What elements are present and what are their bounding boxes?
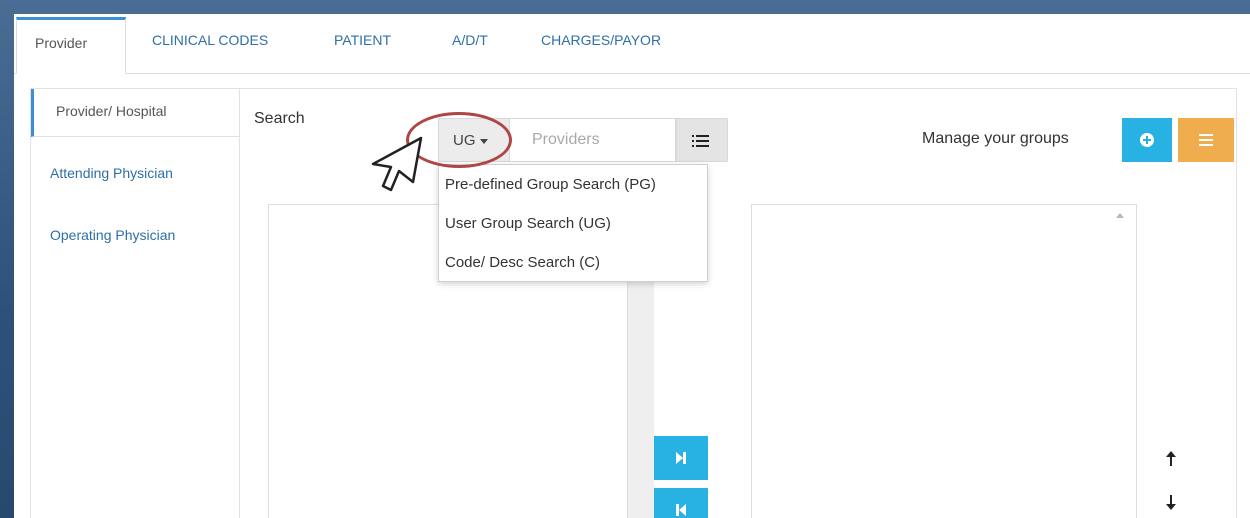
providers-search-input[interactable] xyxy=(510,118,676,162)
add-group-button[interactable] xyxy=(1122,118,1172,162)
application-frame: Provider CLINICAL CODES PATIENT A/D/T CH… xyxy=(14,14,1250,518)
tab-provider[interactable]: Provider xyxy=(16,17,126,74)
arrow-up-icon[interactable] xyxy=(1165,451,1177,467)
scroll-up-arrow-icon[interactable] xyxy=(1116,213,1124,218)
tab-adt[interactable]: A/D/T xyxy=(452,32,488,48)
side-tab-operating-physician[interactable]: Operating Physician xyxy=(31,213,239,261)
move-left-button[interactable] xyxy=(654,488,708,518)
side-tab-provider-hospital[interactable]: Provider/ Hospital xyxy=(31,89,240,137)
tab-patient[interactable]: PATIENT xyxy=(334,32,391,48)
tab-clinical-codes[interactable]: CLINICAL CODES xyxy=(152,32,268,48)
plus-circle-icon xyxy=(1140,133,1154,147)
cursor-arrow-icon xyxy=(371,136,423,192)
move-right-button[interactable] xyxy=(654,436,708,480)
menu-item-predefined-group-search[interactable]: Pre-defined Group Search (PG) xyxy=(445,176,656,193)
search-list-button[interactable] xyxy=(676,118,728,162)
tab-charges-payor[interactable]: CHARGES/PAYOR xyxy=(541,32,661,48)
manage-groups-label: Manage your groups xyxy=(922,130,1069,147)
groups-menu-button[interactable] xyxy=(1178,118,1234,162)
search-label: Search xyxy=(254,110,305,127)
selected-providers-list[interactable] xyxy=(751,204,1137,518)
menu-item-code-desc-search[interactable]: Code/ Desc Search (C) xyxy=(445,254,600,271)
side-tab-divider xyxy=(239,136,240,518)
arrow-down-icon[interactable] xyxy=(1165,495,1177,511)
top-tab-bar: Provider CLINICAL CODES PATIENT A/D/T CH… xyxy=(14,14,1250,74)
menu-item-user-group-search[interactable]: User Group Search (UG) xyxy=(445,215,611,232)
search-mode-menu: Pre-defined Group Search (PG) User Group… xyxy=(438,164,708,282)
side-tab-attending-physician[interactable]: Attending Physician xyxy=(31,151,239,199)
